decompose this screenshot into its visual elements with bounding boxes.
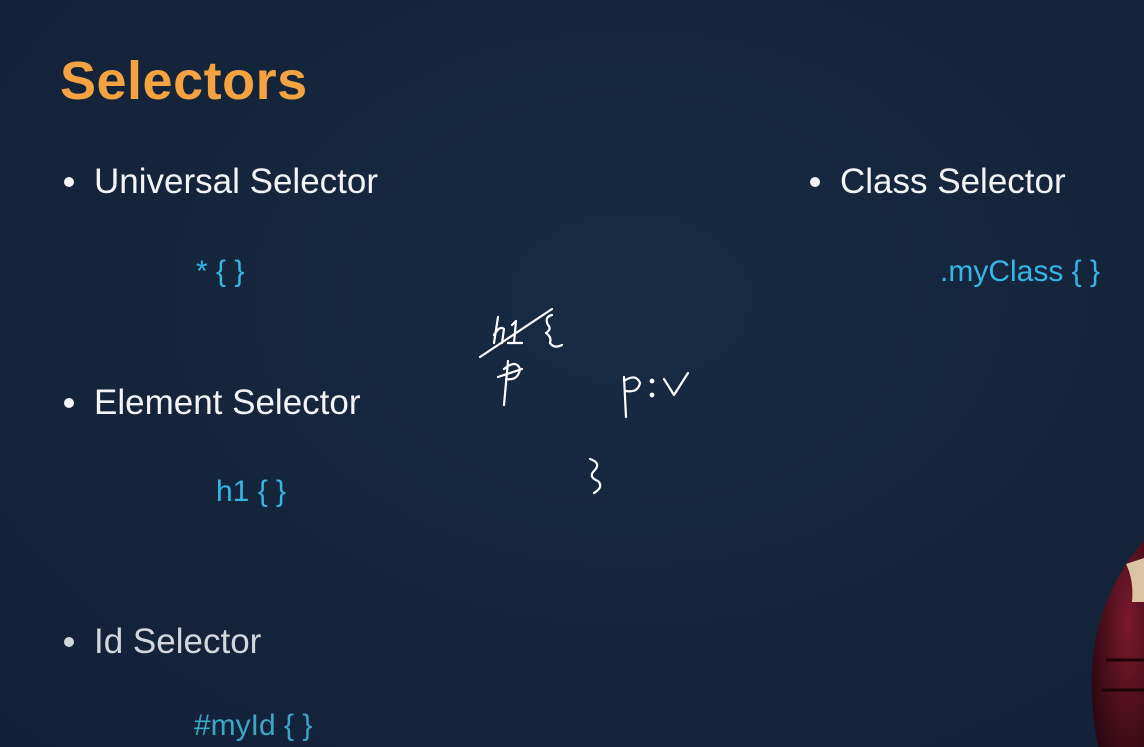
- code-id: #myId { }: [194, 709, 313, 742]
- code-class: .myClass { }: [940, 255, 1101, 288]
- bullet-dot-icon: [64, 177, 74, 187]
- bullet-dot-icon: [810, 177, 820, 187]
- slide: Selectors Universal Selector * { } Eleme…: [0, 0, 1144, 747]
- bullet-id-selector: Id Selector: [64, 622, 261, 662]
- bullet-label: Class Selector: [840, 162, 1066, 201]
- code-universal: * { }: [196, 255, 245, 288]
- presenter-video-thumbnail: [1091, 540, 1144, 747]
- code-element: h1 { }: [216, 475, 287, 508]
- bullet-class-selector: Class Selector: [810, 162, 1066, 202]
- slide-title: Selectors: [60, 51, 308, 111]
- bullet-label: Universal Selector: [94, 162, 378, 201]
- bullet-dot-icon: [64, 637, 74, 647]
- bullet-dot-icon: [64, 398, 74, 408]
- bullet-element-selector: Element Selector: [64, 383, 361, 423]
- bullet-label: Element Selector: [94, 383, 361, 422]
- handwritten-scribble-icon: [478, 307, 690, 495]
- bullet-universal-selector: Universal Selector: [64, 162, 378, 202]
- bullet-label: Id Selector: [94, 622, 262, 661]
